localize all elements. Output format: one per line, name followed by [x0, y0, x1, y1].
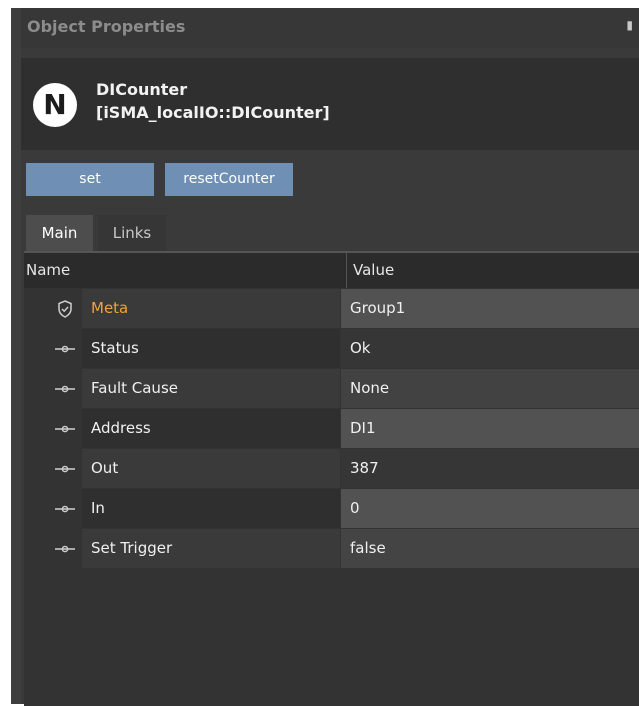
property-value[interactable]: None — [341, 369, 639, 408]
slot-icon — [52, 449, 78, 488]
property-name-cell: Meta — [82, 289, 340, 328]
shield-icon — [52, 289, 78, 328]
property-name-cell: In — [82, 489, 340, 528]
property-name: Set Trigger — [91, 539, 173, 557]
reset-counter-button[interactable]: resetCounter — [165, 163, 293, 196]
property-name-cell: Out — [82, 449, 340, 488]
pin-icon[interactable]: ▮ — [626, 18, 633, 32]
slot-icon — [52, 489, 78, 528]
object-name: DICounter — [96, 80, 188, 99]
property-name: Fault Cause — [91, 379, 178, 397]
table-row[interactable]: Out 387 — [24, 449, 639, 488]
property-value[interactable]: Group1 — [341, 289, 639, 328]
property-name: Address — [91, 419, 151, 437]
property-value[interactable]: Ok — [341, 329, 639, 368]
column-header-value[interactable]: Value — [346, 253, 394, 288]
slot-icon — [52, 409, 78, 448]
set-button[interactable]: set — [26, 163, 154, 196]
property-name: Status — [91, 339, 139, 357]
property-value[interactable]: 0 — [341, 489, 639, 528]
table-row[interactable]: Fault Cause None — [24, 369, 639, 408]
tab-links[interactable]: Links — [98, 215, 166, 251]
property-name-cell: Set Trigger — [82, 529, 340, 568]
property-name: In — [91, 499, 105, 517]
object-header: N DICounter [iSMA_localIO::DICounter] — [21, 58, 639, 150]
table-row[interactable]: Status Ok — [24, 329, 639, 368]
object-type: [iSMA_localIO::DICounter] — [96, 103, 330, 122]
slot-icon — [52, 369, 78, 408]
table-row[interactable]: In 0 — [24, 489, 639, 528]
panel-title: Object Properties — [27, 17, 186, 36]
panel-titlebar[interactable]: Object Properties ▮ — [21, 8, 639, 48]
table-row[interactable]: Set Trigger false — [24, 529, 639, 568]
property-name-cell: Fault Cause — [82, 369, 340, 408]
table-header: Name Value — [24, 253, 639, 288]
property-value[interactable]: DI1 — [341, 409, 639, 448]
table-row[interactable]: Address DI1 — [24, 409, 639, 448]
object-properties-panel: Object Properties ▮ N DICounter [iSMA_lo… — [11, 8, 639, 706]
slot-icon — [52, 329, 78, 368]
tab-main[interactable]: Main — [26, 215, 93, 251]
node-icon: N — [33, 83, 77, 127]
property-value[interactable]: 387 — [341, 449, 639, 488]
property-name: Out — [91, 459, 119, 477]
column-header-name[interactable]: Name — [26, 253, 70, 288]
property-value[interactable]: false — [341, 529, 639, 568]
property-name: Meta — [91, 299, 129, 317]
table-row[interactable]: Meta Group1 — [24, 289, 639, 328]
property-name-cell: Address — [82, 409, 340, 448]
slot-icon — [52, 529, 78, 568]
properties-table: Name Value Meta Group1 Status Ok Fault C… — [24, 251, 639, 706]
property-name-cell: Status — [82, 329, 340, 368]
panel-inner: Object Properties ▮ N DICounter [iSMA_lo… — [21, 8, 639, 706]
